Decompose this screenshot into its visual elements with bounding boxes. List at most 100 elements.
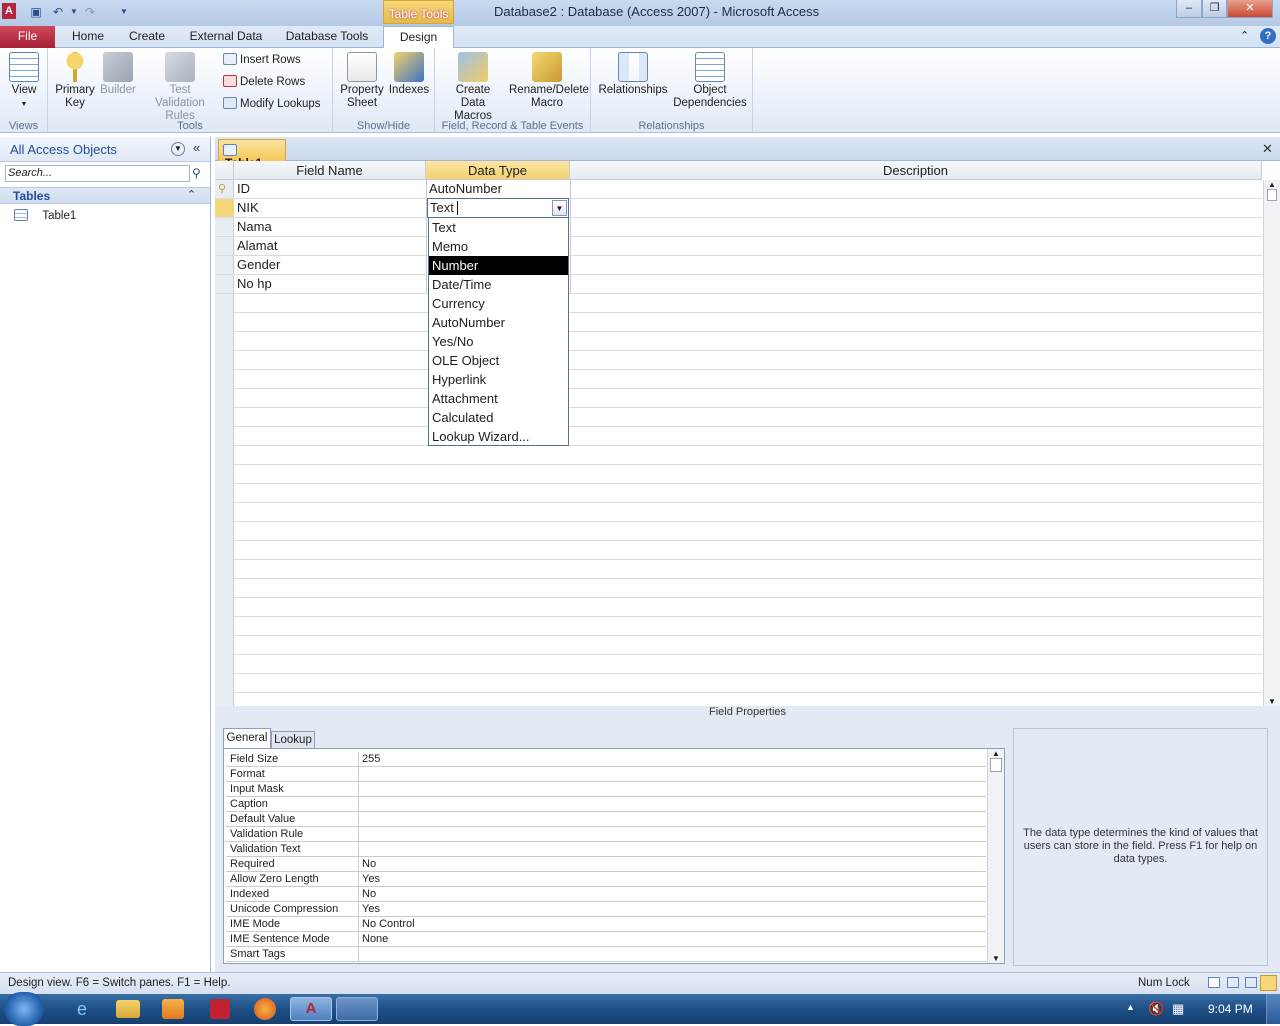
option-calculated[interactable]: Calculated bbox=[429, 408, 568, 427]
property-row[interactable]: Required No bbox=[226, 857, 986, 872]
media-player-icon[interactable] bbox=[162, 999, 184, 1019]
table-row[interactable]: NIK bbox=[215, 199, 1262, 218]
option-memo[interactable]: Memo bbox=[429, 237, 568, 256]
app-taskbar-icon[interactable] bbox=[336, 997, 378, 1021]
pivottable-view-icon[interactable] bbox=[1227, 977, 1239, 988]
property-row[interactable]: Smart Tags bbox=[226, 947, 986, 962]
volume-muted-icon[interactable]: 🔇 bbox=[1148, 1001, 1164, 1017]
scroll-down-arrow[interactable]: ▼ bbox=[988, 954, 1004, 963]
nav-header[interactable]: All Access Objects ▼ « bbox=[0, 137, 210, 162]
relationships-button[interactable]: Relationships bbox=[595, 48, 671, 97]
column-header-field-name[interactable]: Field Name bbox=[234, 161, 426, 180]
pdf-reader-icon[interactable] bbox=[210, 999, 230, 1019]
option-date-time[interactable]: Date/Time bbox=[429, 275, 568, 294]
document-tab-table1[interactable]: Table1 bbox=[218, 139, 286, 170]
maximize-button[interactable]: ❐ bbox=[1202, 0, 1227, 18]
nav-search-input[interactable]: Search... bbox=[5, 165, 190, 182]
close-button[interactable]: ✕ bbox=[1227, 0, 1273, 18]
tab-general[interactable]: General bbox=[223, 728, 271, 748]
primary-key-button[interactable]: Primary Key bbox=[54, 48, 96, 110]
file-explorer-icon[interactable] bbox=[116, 1000, 140, 1018]
column-header-description[interactable]: Description bbox=[570, 161, 1262, 180]
tab-design[interactable]: Design bbox=[383, 26, 454, 49]
indexes-button[interactable]: Indexes bbox=[387, 48, 431, 97]
create-data-macros-button[interactable]: Create Data Macros bbox=[439, 48, 507, 123]
save-icon[interactable]: ▣ bbox=[28, 4, 44, 20]
network-icon[interactable]: ▦ bbox=[1172, 1001, 1184, 1017]
option-autonumber[interactable]: AutoNumber bbox=[429, 313, 568, 332]
table-row[interactable]: No hp bbox=[215, 275, 1262, 294]
scroll-down-arrow[interactable]: ▼ bbox=[1264, 697, 1280, 706]
property-row[interactable]: Format bbox=[226, 767, 986, 782]
start-button-icon[interactable] bbox=[4, 992, 44, 1026]
clock[interactable]: 9:04 PM bbox=[1208, 1002, 1253, 1016]
grid-vertical-scrollbar[interactable]: ▲ ▼ bbox=[1263, 180, 1280, 706]
tab-lookup[interactable]: Lookup bbox=[271, 731, 315, 748]
option-lookup-wizard[interactable]: Lookup Wizard... bbox=[429, 427, 568, 446]
data-type-cell[interactable]: AutoNumber bbox=[426, 180, 570, 198]
tab-home[interactable]: Home bbox=[66, 26, 110, 48]
insert-rows-button[interactable]: Insert Rows bbox=[223, 50, 301, 70]
datasheet-view-icon[interactable] bbox=[1208, 977, 1220, 988]
search-icon[interactable]: ⚲ bbox=[192, 166, 201, 180]
field-name-cell[interactable]: ID bbox=[234, 180, 426, 198]
access-taskbar-icon[interactable]: A bbox=[290, 997, 332, 1021]
scroll-thumb[interactable] bbox=[1267, 189, 1277, 201]
option-number[interactable]: Number bbox=[429, 256, 568, 275]
tab-create[interactable]: Create bbox=[124, 26, 170, 48]
scroll-up-arrow[interactable]: ▲ bbox=[988, 749, 1004, 758]
undo-dropdown-icon[interactable]: ▼ bbox=[66, 4, 82, 20]
scroll-up-arrow[interactable]: ▲ bbox=[1264, 180, 1280, 189]
tab-external-data[interactable]: External Data bbox=[186, 26, 266, 48]
nav-item-table1[interactable]: Table1 bbox=[14, 208, 76, 224]
property-row[interactable]: Unicode Compression Yes bbox=[226, 902, 986, 917]
tab-database-tools[interactable]: Database Tools bbox=[282, 26, 372, 48]
option-hyperlink[interactable]: Hyperlink bbox=[429, 370, 568, 389]
access-app-icon[interactable]: A bbox=[2, 3, 16, 19]
tab-file[interactable]: File bbox=[0, 26, 55, 48]
collapse-section-icon[interactable]: ⌃ bbox=[187, 188, 196, 201]
modify-lookups-button[interactable]: Modify Lookups bbox=[223, 94, 321, 114]
scroll-thumb[interactable] bbox=[990, 758, 1002, 772]
property-row[interactable]: Validation Rule bbox=[226, 827, 986, 842]
field-name-cell[interactable]: No hp bbox=[234, 275, 426, 293]
show-desktop-button[interactable] bbox=[1266, 994, 1280, 1024]
undo-icon[interactable]: ↶ bbox=[50, 4, 66, 20]
field-name-cell[interactable]: Alamat bbox=[234, 237, 426, 255]
option-ole-object[interactable]: OLE Object bbox=[429, 351, 568, 370]
minimize-ribbon-icon[interactable]: ⌃ bbox=[1240, 29, 1249, 42]
property-row[interactable]: Field Size 255 bbox=[226, 752, 986, 767]
data-type-combo[interactable]: Text ▼ bbox=[427, 198, 569, 218]
property-row[interactable]: IME Sentence Mode None bbox=[226, 932, 986, 947]
view-button[interactable]: View ▼ bbox=[4, 48, 44, 111]
delete-rows-button[interactable]: Delete Rows bbox=[223, 72, 305, 92]
redo-icon[interactable]: ↷ bbox=[82, 4, 98, 20]
table-row[interactable]: Nama bbox=[215, 218, 1262, 237]
property-row[interactable]: Indexed No bbox=[226, 887, 986, 902]
help-icon[interactable]: ? bbox=[1260, 28, 1276, 44]
tables-section-header[interactable]: Tables ⌃ bbox=[0, 187, 210, 204]
show-hidden-icons-icon[interactable]: ▲ bbox=[1126, 1002, 1135, 1012]
property-row[interactable]: Caption bbox=[226, 797, 986, 812]
pivotchart-view-icon[interactable] bbox=[1245, 977, 1257, 988]
table-row[interactable]: Gender bbox=[215, 256, 1262, 275]
rename-delete-macro-button[interactable]: Rename/Delete Macro bbox=[507, 48, 589, 110]
close-document-icon[interactable]: ✕ bbox=[1262, 141, 1273, 157]
test-validation-button[interactable]: Test Validation Rules bbox=[140, 48, 220, 123]
firefox-icon[interactable] bbox=[254, 998, 276, 1020]
combo-dropdown-arrow-icon[interactable]: ▼ bbox=[552, 200, 567, 216]
field-name-cell[interactable]: Nama bbox=[234, 218, 426, 236]
option-attachment[interactable]: Attachment bbox=[429, 389, 568, 408]
field-name-cell[interactable]: NIK bbox=[234, 199, 426, 217]
builder-button[interactable]: Builder bbox=[98, 48, 138, 97]
object-dependencies-button[interactable]: Object Dependencies bbox=[671, 48, 749, 110]
property-row[interactable]: Validation Text bbox=[226, 842, 986, 857]
column-header-data-type[interactable]: Data Type bbox=[426, 161, 570, 180]
property-row[interactable]: Input Mask bbox=[226, 782, 986, 797]
properties-scrollbar[interactable]: ▲ ▼ bbox=[987, 749, 1004, 963]
property-row[interactable]: Allow Zero Length Yes bbox=[226, 872, 986, 887]
option-text[interactable]: Text bbox=[429, 218, 568, 237]
table-row[interactable]: ⚲ ID AutoNumber bbox=[215, 180, 1262, 199]
field-name-cell[interactable]: Gender bbox=[234, 256, 426, 274]
design-view-icon[interactable] bbox=[1260, 975, 1277, 991]
